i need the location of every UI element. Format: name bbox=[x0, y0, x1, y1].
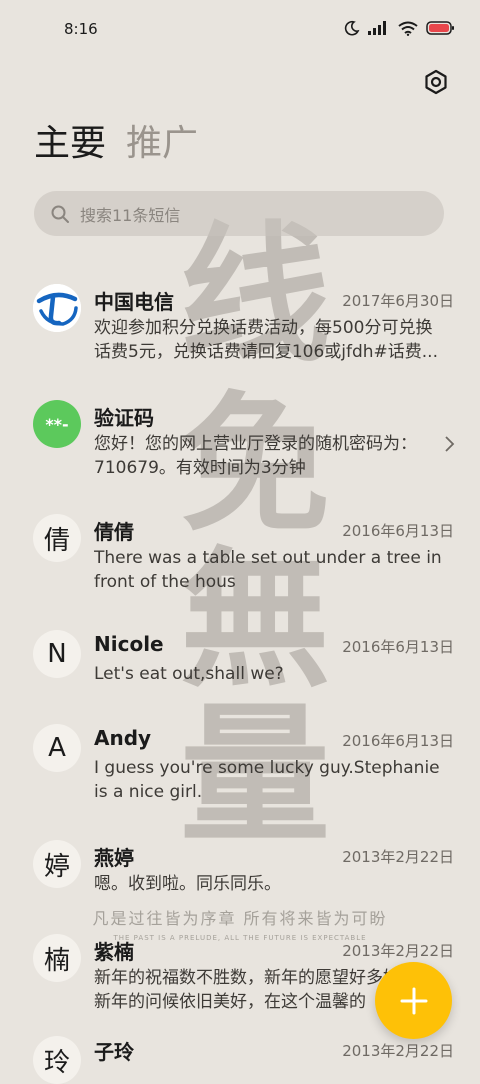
conversation-name: 验证码 bbox=[94, 406, 154, 430]
avatar-verification-code: **- bbox=[33, 400, 81, 448]
avatar-letter: 婷 bbox=[33, 840, 81, 888]
conversation-preview: 您好！您的网上营业厅登录的随机密码为：710679。有效时间为3分钟 bbox=[94, 434, 417, 478]
tab-bar: 主要 推广 bbox=[34, 118, 198, 170]
conversation-preview: 嗯。收到啦。同乐同乐。 bbox=[94, 874, 281, 894]
conversation-date: 2017年6月30日 bbox=[342, 292, 454, 310]
avatar-letter: N bbox=[33, 630, 81, 678]
conversation-row[interactable]: 倩 倩倩 2016年6月13日 There was a table set ou… bbox=[0, 494, 480, 610]
chevron-right-icon[interactable] bbox=[444, 434, 456, 454]
conversation-preview: There was a table set out under a tree i… bbox=[94, 548, 442, 592]
search-bar[interactable]: 搜索11条短信 bbox=[34, 191, 444, 236]
avatar-letter: 玲 bbox=[33, 1036, 81, 1084]
conversation-date: 2016年6月13日 bbox=[342, 732, 454, 750]
settings-button[interactable] bbox=[420, 66, 452, 98]
china-telecom-logo-icon bbox=[33, 284, 81, 332]
conversation-name: 子玲 bbox=[94, 1040, 134, 1064]
avatar-letter: 楠 bbox=[33, 934, 81, 982]
conversation-date: 2013年2月22日 bbox=[342, 848, 454, 866]
conversation-row[interactable]: 中国电信 2017年6月30日 欢迎参加积分兑换话费活动，每500分可兑换话费5… bbox=[0, 262, 480, 378]
status-time: 8:16 bbox=[64, 20, 98, 38]
conversation-row[interactable]: **- 验证码 您好！您的网上营业厅登录的随机密码为：710679。有效时间为3… bbox=[0, 378, 480, 494]
conversation-name: Nicole bbox=[94, 632, 164, 656]
conversation-name: 燕婷 bbox=[94, 846, 134, 870]
tab-promotions[interactable]: 推广 bbox=[126, 118, 198, 170]
new-message-button[interactable] bbox=[375, 962, 452, 1039]
conversation-date: 2016年6月13日 bbox=[342, 638, 454, 656]
avatar-letter: 倩 bbox=[33, 514, 81, 562]
conversation-name: 紫楠 bbox=[94, 940, 134, 964]
conversation-name: 倩倩 bbox=[94, 520, 134, 544]
settings-icon bbox=[425, 69, 447, 95]
signal-icon bbox=[368, 21, 386, 35]
conversation-list: 中国电信 2017年6月30日 欢迎参加积分兑换话费活动，每500分可兑换话费5… bbox=[0, 262, 480, 1084]
conversation-row[interactable]: 婷 燕婷 2013年2月22日 嗯。收到啦。同乐同乐。 bbox=[0, 820, 480, 914]
conversation-name: Andy bbox=[94, 726, 152, 750]
wifi-icon bbox=[398, 21, 418, 36]
conversation-row[interactable]: N Nicole 2016年6月13日 Let's eat out,shall … bbox=[0, 610, 480, 704]
conversation-date: 2013年2月22日 bbox=[342, 942, 454, 960]
plus-icon bbox=[400, 987, 427, 1014]
conversation-date: 2016年6月13日 bbox=[342, 522, 454, 540]
status-bar: 8:16 bbox=[0, 0, 480, 60]
conversation-preview: Let's eat out,shall we? bbox=[94, 664, 284, 684]
search-placeholder: 搜索11条短信 bbox=[80, 205, 181, 225]
search-icon bbox=[51, 205, 69, 223]
conversation-preview: 欢迎参加积分兑换话费活动，每500分可兑换话费5元，兑换话费请回复106或jfd… bbox=[94, 318, 438, 362]
conversation-name: 中国电信 bbox=[94, 290, 174, 314]
conversation-row[interactable]: A Andy 2016年6月13日 I guess you're some lu… bbox=[0, 704, 480, 820]
moon-icon bbox=[344, 20, 360, 36]
conversation-date: 2013年2月22日 bbox=[342, 1042, 454, 1060]
conversation-preview: I guess you're some lucky guy.Stephanie … bbox=[94, 758, 440, 802]
battery-icon bbox=[426, 21, 454, 35]
avatar-china-telecom bbox=[33, 284, 81, 332]
tab-primary[interactable]: 主要 bbox=[34, 118, 106, 170]
avatar-letter: A bbox=[33, 724, 81, 772]
status-icons bbox=[344, 20, 454, 36]
